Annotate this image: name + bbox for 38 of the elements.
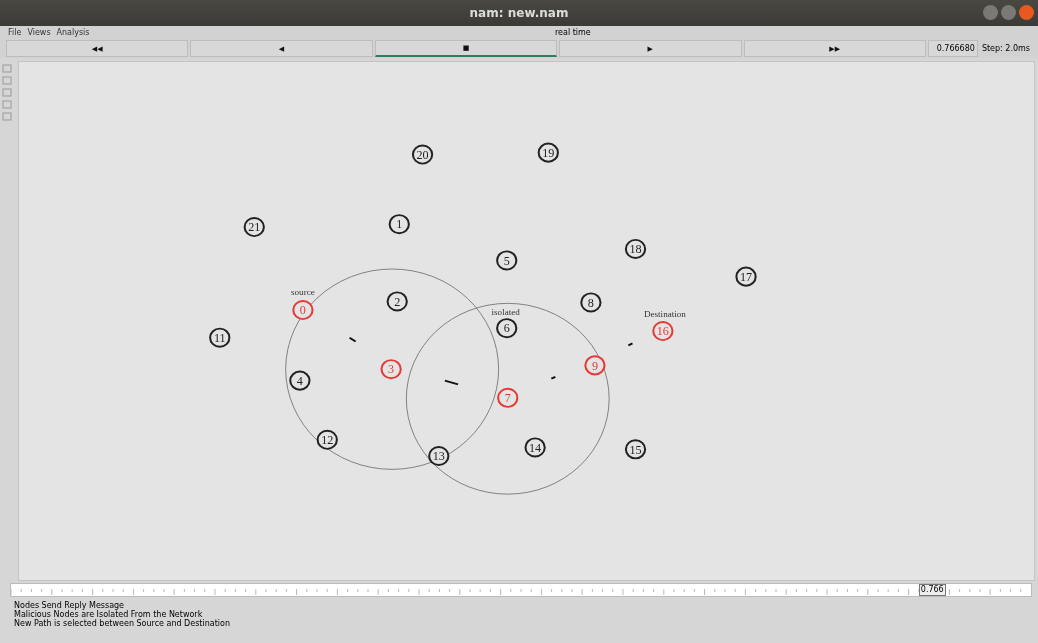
menu-item[interactable]: File (8, 28, 22, 37)
time-label: real time (555, 28, 591, 37)
network-node[interactable]: 6 (496, 318, 518, 339)
close-button[interactable] (1019, 5, 1034, 20)
menu-item[interactable]: Views (27, 28, 51, 37)
annotation-message: Malicious Nodes are Isolated From the Network (14, 610, 203, 619)
network-node[interactable]: 14 (524, 437, 546, 458)
network-node[interactable]: 13 (428, 445, 450, 467)
packet (627, 342, 634, 347)
network-node[interactable]: 19 (537, 142, 559, 163)
time-value: 0.766680 (927, 40, 978, 57)
window-title: nam: new.nam (469, 6, 569, 20)
network-node[interactable]: 17 (735, 266, 757, 287)
node-label: source (291, 287, 315, 297)
network-node[interactable]: 11 (209, 327, 231, 348)
network-node[interactable]: 4 (289, 370, 311, 391)
node-label: isolated (491, 307, 520, 317)
node-label: Destination (643, 308, 686, 319)
menu-item[interactable]: Analysis (56, 28, 90, 37)
step-field[interactable]: Step: 2.0ms (979, 40, 1032, 57)
timeline-marker[interactable]: 0.766 (918, 584, 946, 596)
network-node[interactable]: 21 (243, 217, 265, 238)
timeline-slider[interactable]: 0.766 (10, 583, 1032, 597)
network-node[interactable]: 18 (624, 238, 647, 260)
network-node[interactable]: 5 (496, 250, 518, 271)
packet (550, 375, 557, 380)
minimize-button[interactable] (983, 5, 998, 20)
network-node[interactable]: 20 (411, 144, 434, 165)
packet (348, 336, 357, 343)
network-node[interactable]: 2 (386, 291, 408, 312)
network-node[interactable]: 12 (316, 429, 338, 450)
network-node[interactable]: 1 (388, 214, 410, 235)
annotation-message: New Path is selected between Source and Destination (14, 619, 230, 628)
network-node[interactable]: 15 (624, 439, 647, 460)
maximize-button[interactable] (1001, 5, 1016, 20)
packet (443, 379, 460, 386)
annotation-message: Nodes Send Reply Message (14, 601, 125, 610)
network-node[interactable]: 8 (580, 292, 602, 313)
